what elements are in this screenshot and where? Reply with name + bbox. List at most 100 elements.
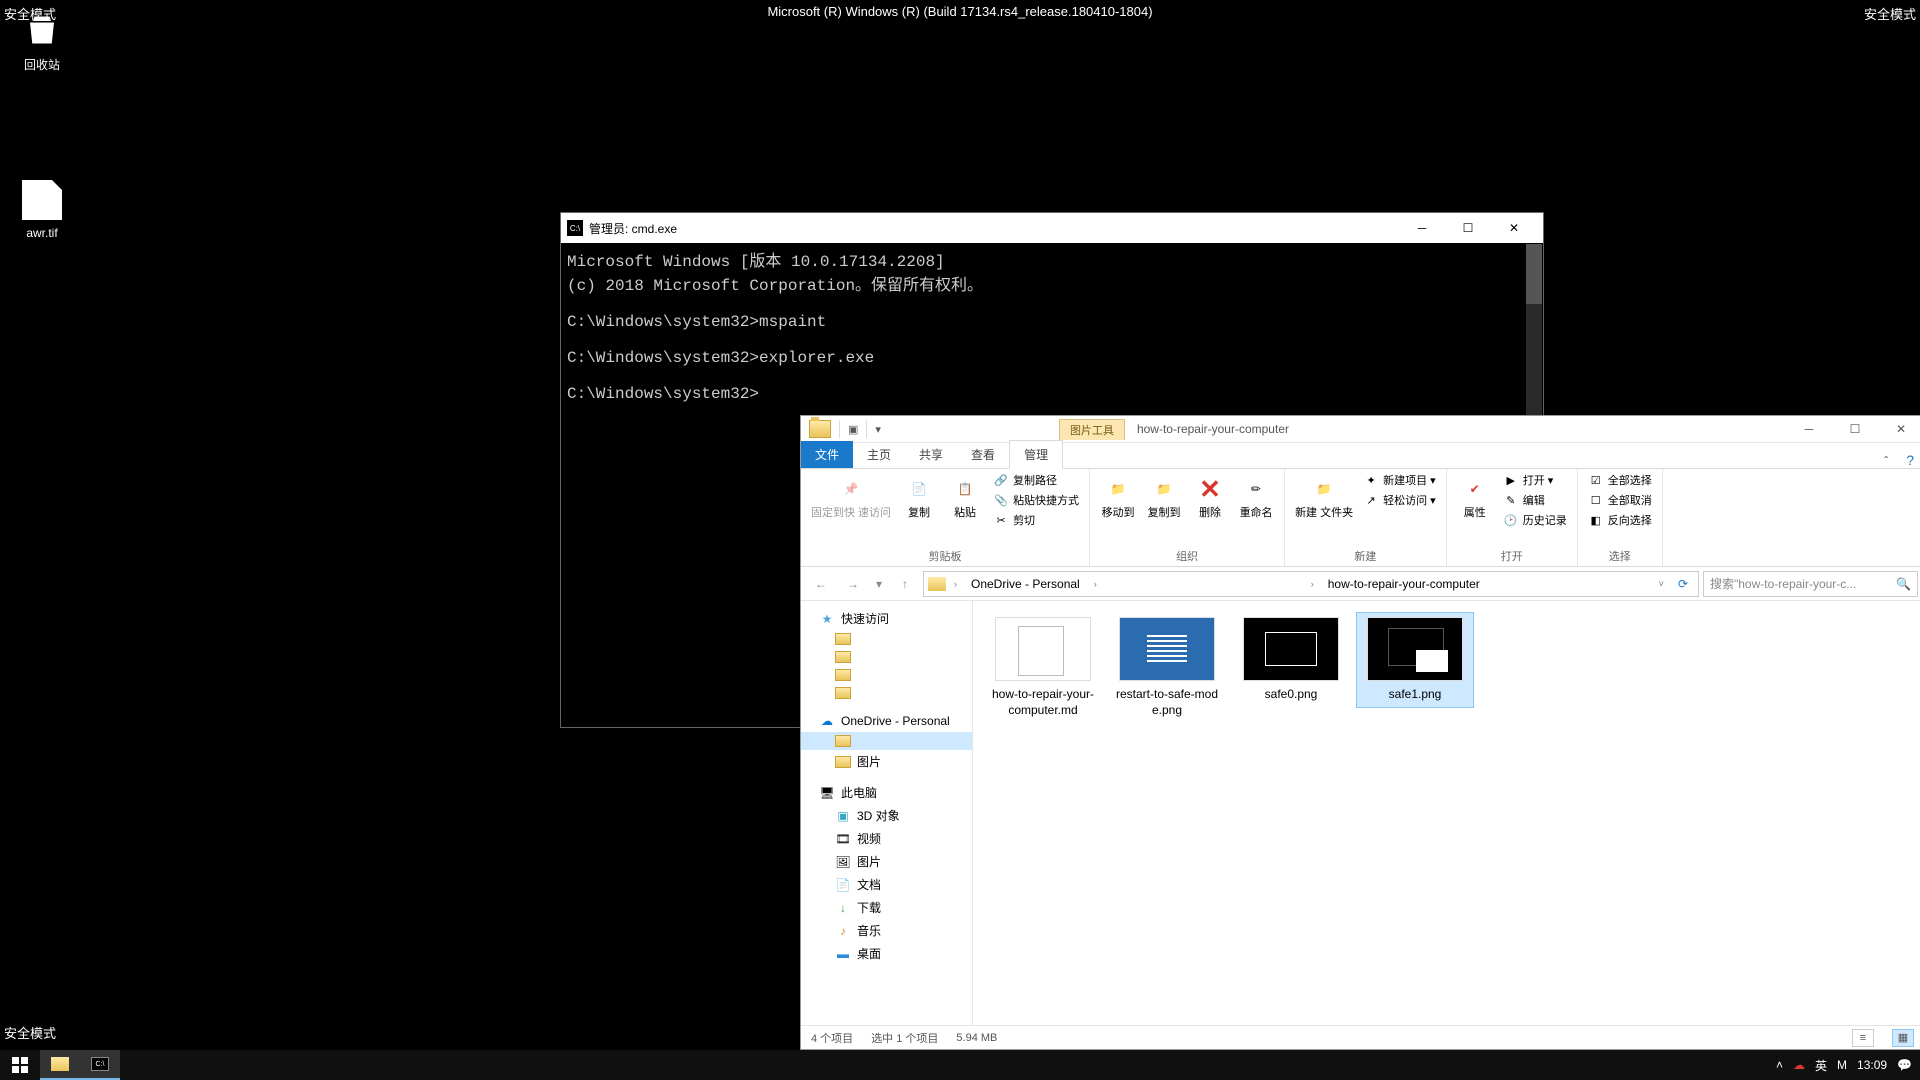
file-item-restart[interactable]: restart-to-safe-mode.png <box>1109 613 1225 722</box>
open-button[interactable]: ▶打开 ▾ <box>1501 471 1569 489</box>
file-item-safe1[interactable]: safe1.png <box>1357 613 1473 707</box>
nav-videos[interactable]: 🎞视频 <box>801 827 972 850</box>
search-input[interactable]: 搜索"how-to-repair-your-c... 🔍 <box>1703 571 1918 597</box>
file-content-area[interactable]: how-to-repair-your-computer.md restart-t… <box>973 601 1920 1025</box>
explorer-titlebar[interactable]: ▣ ▾ 图片工具 how-to-repair-your-computer ─ ☐… <box>801 416 1920 443</box>
nav-onedrive-pictures[interactable]: 图片 <box>801 750 972 773</box>
nav-onedrive[interactable]: ☁OneDrive - Personal <box>801 710 972 732</box>
group-open: 打开 <box>1455 546 1569 566</box>
taskbar-cmd[interactable]: C:\ <box>80 1050 120 1080</box>
breadcrumb-folder[interactable]: how-to-repair-your-computer <box>1322 577 1486 591</box>
tab-view[interactable]: 查看 <box>957 441 1009 468</box>
taskbar[interactable]: C:\ ˄ ☁ 英 M 13:09 💬 <box>0 1050 1920 1080</box>
selectinvert-button[interactable]: ◧反向选择 <box>1586 511 1654 529</box>
help-icon[interactable]: ? <box>1896 452 1920 468</box>
group-clipboard: 剪贴板 <box>809 546 1081 566</box>
nav-3d-objects[interactable]: ▣3D 对象 <box>801 804 972 827</box>
explorer-minimize[interactable]: ─ <box>1786 416 1832 443</box>
explorer-maximize[interactable]: ☐ <box>1832 416 1878 443</box>
pin-button: 📌固定到快 速访问 <box>809 471 893 522</box>
moveto-button[interactable]: 📁移动到 <box>1098 471 1138 522</box>
easyaccess-button[interactable]: ↗轻松访问 ▾ <box>1361 491 1438 509</box>
recycle-bin[interactable]: 回收站 <box>6 10 78 73</box>
nav-history[interactable]: ▾ <box>871 571 887 597</box>
file-label: awr.tif <box>6 226 78 240</box>
edit-button[interactable]: ✎编辑 <box>1501 491 1569 509</box>
qat-customize[interactable]: ▾ <box>875 423 881 436</box>
nav-pictures[interactable]: 🖼图片 <box>801 850 972 873</box>
tray-onedrive-icon[interactable]: ☁ <box>1793 1058 1805 1072</box>
tab-file[interactable]: 文件 <box>801 441 853 468</box>
cmd-icon: C:\ <box>567 220 583 236</box>
nav-onedrive-folder-selected[interactable] <box>801 732 972 750</box>
paste-shortcut-button[interactable]: 📎粘贴快捷方式 <box>991 491 1081 509</box>
taskbar-explorer[interactable] <box>40 1050 80 1080</box>
selectall-button[interactable]: ☑全部选择 <box>1586 471 1654 489</box>
cmd-close[interactable]: ✕ <box>1491 213 1537 243</box>
refresh-button[interactable]: ⟳ <box>1672 577 1694 591</box>
qat-properties[interactable]: ▣ <box>848 423 858 436</box>
nav-quick-folder[interactable] <box>801 630 972 648</box>
tab-home[interactable]: 主页 <box>853 441 905 468</box>
cmd-title-text: 管理员: cmd.exe <box>589 220 677 237</box>
properties-button[interactable]: ✔属性 <box>1455 471 1495 522</box>
cmd-titlebar[interactable]: C:\ 管理员: cmd.exe ─ ☐ ✕ <box>561 213 1543 243</box>
tray-ime-lang[interactable]: 英 <box>1815 1057 1827 1074</box>
qat-folder-icon[interactable] <box>809 420 831 438</box>
file-icon <box>22 180 62 220</box>
nav-quick-folder[interactable] <box>801 648 972 666</box>
nav-this-pc[interactable]: 🖥此电脑 <box>801 781 972 804</box>
copyto-button[interactable]: 📁复制到 <box>1144 471 1184 522</box>
file-item-safe0[interactable]: safe0.png <box>1233 613 1349 707</box>
nav-forward[interactable]: → <box>839 571 867 597</box>
delete-button[interactable]: ✕删除 <box>1190 471 1230 522</box>
selectnone-button[interactable]: ☐全部取消 <box>1586 491 1654 509</box>
status-size: 5.94 MB <box>956 1032 997 1044</box>
desktop-file-awr[interactable]: awr.tif <box>6 180 78 240</box>
context-tab-picture[interactable]: 图片工具 <box>1059 419 1125 440</box>
history-button[interactable]: 🕑历史记录 <box>1501 511 1569 529</box>
copy-button[interactable]: 📄复制 <box>899 471 939 522</box>
nav-up[interactable]: ↑ <box>891 571 919 597</box>
nav-downloads[interactable]: ↓下载 <box>801 896 972 919</box>
tray-ime-mode[interactable]: M <box>1837 1058 1847 1072</box>
tray-overflow[interactable]: ˄ <box>1776 1058 1783 1072</box>
breadcrumb-chevron[interactable]: › <box>1088 579 1103 589</box>
status-selected: 选中 1 个项目 <box>871 1030 938 1046</box>
breadcrumb-chevron[interactable]: › <box>948 579 963 589</box>
start-button[interactable] <box>0 1050 40 1080</box>
status-bar: 4 个项目 选中 1 个项目 5.94 MB ≡ ▦ <box>801 1025 1920 1049</box>
nav-quick-folder[interactable] <box>801 666 972 684</box>
addr-dropdown[interactable]: ˅ <box>1653 579 1670 589</box>
nav-desktop[interactable]: ▬桌面 <box>801 942 972 965</box>
nav-quick-folder[interactable] <box>801 684 972 702</box>
cmd-maximize[interactable]: ☐ <box>1445 213 1491 243</box>
breadcrumb-chevron[interactable]: › <box>1305 579 1320 589</box>
copypath-button[interactable]: 🔗复制路径 <box>991 471 1081 489</box>
view-large-icons[interactable]: ▦ <box>1892 1029 1914 1047</box>
window-title: how-to-repair-your-computer <box>1125 422 1301 436</box>
explorer-close[interactable]: ✕ <box>1878 416 1920 443</box>
rename-button[interactable]: ✏重命名 <box>1236 471 1276 522</box>
cmd-minimize[interactable]: ─ <box>1399 213 1445 243</box>
newitem-button[interactable]: ✦新建项目 ▾ <box>1361 471 1438 489</box>
taskbar-clock[interactable]: 13:09 <box>1857 1058 1887 1072</box>
cut-button[interactable]: ✂剪切 <box>991 511 1081 529</box>
file-item-md[interactable]: how-to-repair-your-computer.md <box>985 613 1101 722</box>
paste-button[interactable]: 📋粘贴 <box>945 471 985 522</box>
address-bar[interactable]: › OneDrive - Personal › › how-to-repair-… <box>923 571 1699 597</box>
nav-documents[interactable]: 📄文档 <box>801 873 972 896</box>
nav-music[interactable]: ♪音乐 <box>801 919 972 942</box>
explorer-window: ▣ ▾ 图片工具 how-to-repair-your-computer ─ ☐… <box>800 415 1920 1050</box>
view-details[interactable]: ≡ <box>1852 1029 1874 1047</box>
ribbon-collapse[interactable]: ˆ <box>1876 454 1896 468</box>
tray-notifications-icon[interactable]: 💬 <box>1897 1058 1912 1072</box>
breadcrumb-onedrive[interactable]: OneDrive - Personal <box>965 577 1086 591</box>
group-new: 新建 <box>1293 546 1438 566</box>
nav-pane[interactable]: ★快速访问 ☁OneDrive - Personal 图片 🖥此电脑 ▣3D 对… <box>801 601 973 1025</box>
tab-share[interactable]: 共享 <box>905 441 957 468</box>
nav-back[interactable]: ← <box>807 571 835 597</box>
newfolder-button[interactable]: 📁新建 文件夹 <box>1293 471 1355 522</box>
tab-manage[interactable]: 管理 <box>1009 440 1063 469</box>
nav-quick-access[interactable]: ★快速访问 <box>801 607 972 630</box>
